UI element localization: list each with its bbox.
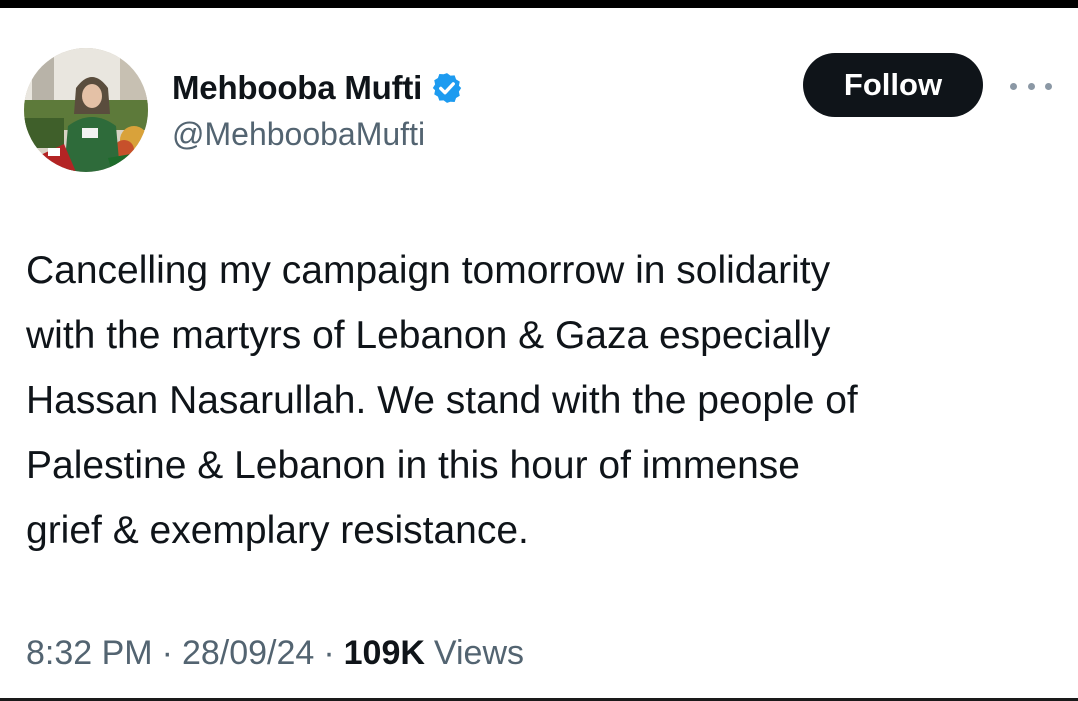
- tweet-time[interactable]: 8:32 PM: [26, 634, 153, 673]
- verified-badge-icon: [430, 71, 464, 105]
- tweet-text-line: Palestine & Lebanon in this hour of imme…: [26, 444, 800, 487]
- tweet-text-line: grief & exemplary resistance.: [26, 509, 529, 552]
- author-name-row[interactable]: Mehbooba Mufti: [172, 66, 464, 110]
- more-dot: [1027, 82, 1035, 90]
- top-edge-bar: [0, 0, 1078, 8]
- meta-separator: ·: [323, 634, 335, 672]
- views-count[interactable]: 109K: [344, 634, 425, 673]
- avatar-photo: [24, 48, 148, 172]
- tweet-text-line: Cancelling my campaign tomorrow in solid…: [26, 249, 831, 292]
- avatar[interactable]: [24, 48, 148, 172]
- tweet-meta: 8:32 PM · 28/09/24 · 109K Views: [26, 634, 524, 673]
- views-label[interactable]: Views: [434, 634, 524, 673]
- tweet-text-line: with the martyrs of Lebanon & Gaza espec…: [26, 314, 831, 357]
- meta-separator: ·: [161, 634, 173, 672]
- tweet-text-line: Hassan Nasarullah. We stand with the peo…: [26, 379, 858, 422]
- display-name[interactable]: Mehbooba Mufti: [172, 69, 422, 107]
- more-dot: [1045, 82, 1052, 90]
- more-dot: [1010, 82, 1017, 90]
- more-horizontal-icon[interactable]: [1010, 76, 1052, 96]
- follow-button[interactable]: Follow: [803, 53, 983, 117]
- tweet-date[interactable]: 28/09/24: [182, 634, 314, 673]
- user-handle[interactable]: @MehboobaMufti: [172, 116, 425, 153]
- tweet-text: Cancelling my campaign tomorrow in solid…: [26, 238, 1056, 563]
